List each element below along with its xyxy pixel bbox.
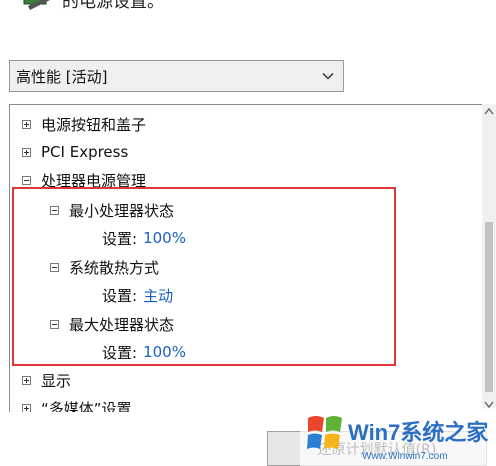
tree-item-processor-power-management[interactable]: 处理器电源管理 [22,166,146,194]
setting-label: 设置: [102,229,138,248]
scroll-thumb[interactable] [485,222,493,392]
expand-icon[interactable] [22,147,31,157]
collapse-icon[interactable] [22,175,31,185]
tree-item-label: PCI Express [41,143,129,161]
chevron-down-icon [322,73,334,80]
scroll-up-arrow-icon[interactable] [482,104,496,120]
tree-item-label: 电源按钮和盖子 [41,115,147,134]
expand-icon[interactable] [22,403,31,412]
tree-item-label: 系统散热方式 [69,258,160,277]
setting-row-min-processor-state[interactable]: 设置: 100% [102,224,186,252]
power-options-icon [23,0,50,10]
settings-tree[interactable]: 电源按钮和盖子 PCI Express 处理器电源管理 最小处理器状态 设置: … [9,104,496,412]
tree-item-power-buttons-lid[interactable]: 电源按钮和盖子 [22,110,146,138]
collapse-icon[interactable] [50,205,59,215]
header-text: 的电源设置。 [62,0,164,12]
expand-icon[interactable] [22,375,31,385]
power-plan-select[interactable]: 高性能 [活动] [9,60,344,92]
tree-item-label: 最小处理器状态 [69,201,175,220]
restore-plan-defaults-button[interactable]: 还原计划默认值(R) [267,431,487,466]
tree-item-max-processor-state[interactable]: 最大处理器状态 [50,310,174,338]
setting-row-system-cooling-policy[interactable]: 设置: 主动 [102,281,173,309]
setting-value-link[interactable]: 100% [143,229,186,247]
restore-button-label: 还原计划默认值(R) [317,441,437,458]
tree-item-min-processor-state[interactable]: 最小处理器状态 [50,196,174,224]
scroll-down-arrow-icon[interactable] [482,396,496,412]
tree-item-system-cooling-policy[interactable]: 系统散热方式 [50,253,159,281]
expand-icon[interactable] [22,119,31,129]
power-options-advanced-settings: 的电源设置。 高性能 [活动] 电源按钮和盖子 PCI Express 处理器电… [0,0,496,466]
tree-item-label: 处理器电源管理 [41,171,147,190]
tree-item-multimedia-settings[interactable]: “多媒体”设置 [22,394,132,412]
power-plan-value: 高性能 [活动] [16,67,108,86]
tree-item-label: 最大处理器状态 [69,315,175,334]
tree-scrollbar[interactable] [482,104,496,412]
collapse-icon[interactable] [50,262,59,272]
tree-item-display[interactable]: 显示 [22,366,71,394]
setting-label: 设置: [102,286,138,305]
setting-label: 设置: [102,343,138,362]
tree-item-label: 显示 [41,371,72,390]
setting-value-link[interactable]: 100% [143,343,186,361]
setting-row-max-processor-state[interactable]: 设置: 100% [102,338,186,366]
tree-item-pci-express[interactable]: PCI Express [22,138,128,166]
collapse-icon[interactable] [50,319,59,329]
tree-item-label: “多媒体”设置 [41,399,132,413]
setting-value-link[interactable]: 主动 [143,285,173,306]
